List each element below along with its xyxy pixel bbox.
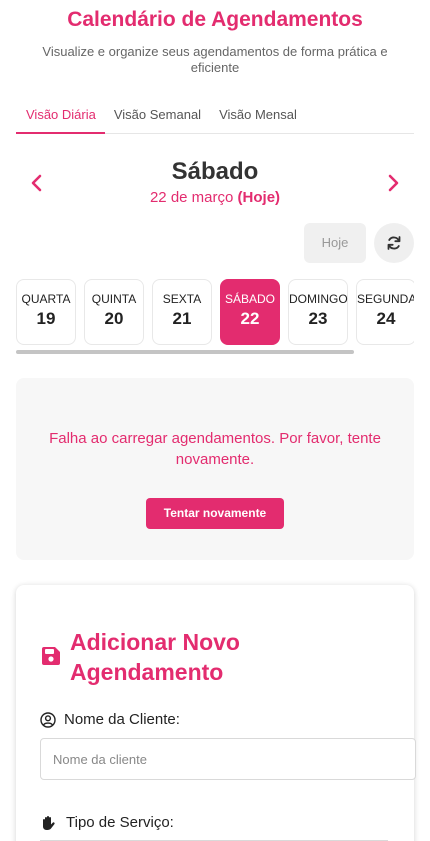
client-name-label-text: Nome da Cliente:: [64, 711, 180, 728]
user-circle-icon: [40, 711, 56, 728]
next-day-button[interactable]: [382, 172, 404, 194]
day-card-number: 19: [36, 309, 56, 328]
day-selector-strip[interactable]: QUARTA 19 QUINTA 20 SEXTA 21 SÁBADO 22 D…: [16, 279, 414, 355]
form-title: Adicionar Novo Agendamento: [70, 629, 240, 685]
day-card-weekday: DOMINGO: [289, 292, 348, 306]
day-card-weekday: SÁBADO: [224, 292, 275, 306]
day-card-thursday[interactable]: QUINTA 20: [84, 279, 144, 345]
save-icon: [42, 647, 60, 665]
page-title: Calendário de Agendamentos: [67, 8, 363, 31]
service-type-label: Tipo de Serviço:: [40, 814, 174, 831]
day-card-weekday: SEGUNDA: [357, 292, 414, 306]
tab-daily-view[interactable]: Visão Diária: [16, 101, 105, 134]
current-date-text: 22 de março: [149, 189, 234, 206]
day-strip-scrollbar[interactable]: [16, 350, 354, 354]
chevron-right-icon: [388, 174, 399, 192]
day-card-friday[interactable]: SEXTA 21: [152, 279, 212, 345]
page-subtitle: Visualize e organize seus agendamentos d…: [42, 44, 388, 75]
day-card-weekday: QUARTA: [21, 292, 71, 306]
day-card-weekday: QUINTA: [91, 292, 137, 306]
view-tabs: Visão Diária Visão Semanal Visão Mensal: [16, 101, 414, 134]
current-day-name: Sábado: [171, 158, 259, 185]
client-name-input[interactable]: [40, 738, 416, 780]
today-button[interactable]: Hoje: [304, 223, 366, 263]
retry-button[interactable]: Tentar novamente: [146, 498, 284, 529]
service-type-label-text: Tipo de Serviço:: [66, 814, 174, 831]
day-card-weekday: SEXTA: [162, 292, 202, 306]
tab-monthly-view[interactable]: Visão Mensal: [210, 101, 306, 134]
day-card-saturday[interactable]: SÁBADO 22: [220, 279, 280, 345]
hand-icon: [43, 815, 55, 830]
day-card-number: 24: [376, 309, 396, 328]
day-card-sunday[interactable]: DOMINGO 23: [288, 279, 348, 345]
tab-weekly-view[interactable]: Visão Semanal: [105, 101, 210, 134]
client-name-label: Nome da Cliente:: [40, 711, 180, 728]
day-card-number: 20: [104, 309, 124, 328]
refresh-button[interactable]: [374, 223, 414, 263]
day-card-monday[interactable]: SEGUNDA 24: [356, 279, 414, 345]
refresh-icon: [387, 236, 401, 250]
day-card-number: 23: [308, 309, 328, 328]
error-message: Falha ao carregar agendamentos. Por favo…: [49, 430, 381, 468]
day-card-wednesday[interactable]: QUARTA 19: [16, 279, 76, 345]
current-day-date: 22 de março (Hoje): [16, 189, 414, 206]
error-panel: Falha ao carregar agendamentos. Por favo…: [16, 378, 414, 560]
day-navigation: Sábado 22 de março (Hoje): [16, 158, 414, 208]
day-card-number: 22: [240, 309, 260, 328]
today-tag: (Hoje): [237, 189, 281, 206]
new-appointment-form: Adicionar Novo Agendamento Nome da Clien…: [16, 585, 416, 841]
day-card-number: 21: [172, 309, 192, 328]
